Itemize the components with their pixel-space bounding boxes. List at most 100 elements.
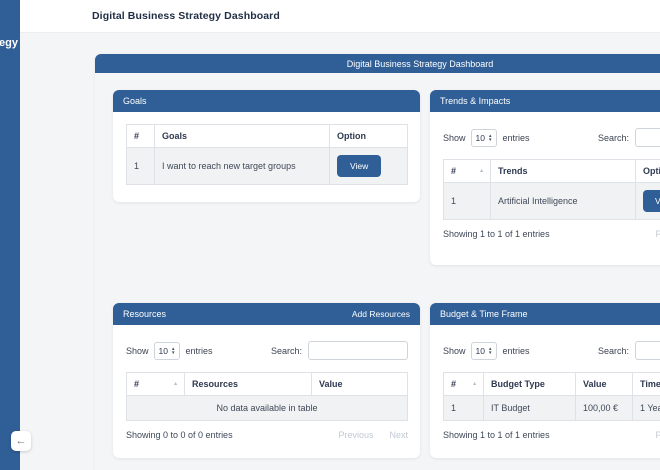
budget-panel-body: Show 10 ▲▼ entries Search: — [430, 325, 660, 450]
budget-col-num[interactable]: # ▴ — [444, 373, 484, 396]
search-label: Search: — [598, 346, 629, 356]
resources-table-header-row: # ▴ Resources Value — [127, 373, 408, 396]
budget-col-value[interactable]: Value — [576, 373, 633, 396]
goals-panel: Goals # Goals Option 1 I want to reach n… — [113, 90, 420, 202]
budget-search-input[interactable] — [635, 341, 660, 360]
budget-row-num: 1 — [444, 396, 484, 421]
goals-table-header-row: # Goals Option — [127, 125, 408, 148]
trends-table: # ▴ Trends Option 1 Artificial Intellige… — [443, 159, 660, 220]
resources-show-group: Show 10 ▲▼ entries — [126, 342, 212, 360]
sidebar-clipped-title: egy — [0, 37, 18, 49]
page-size-value: 10 — [476, 346, 485, 356]
trends-table-header-row: # ▴ Trends Option — [444, 160, 660, 183]
trends-pagination: Previous Next — [655, 229, 660, 239]
sort-asc-icon: ▴ — [174, 381, 177, 387]
resources-previous-button[interactable]: Previous — [338, 430, 373, 440]
select-stepper-icon: ▲▼ — [488, 134, 492, 141]
budget-info-text: Showing 1 to 1 of 1 entries — [443, 430, 550, 440]
trends-view-button[interactable]: View — [643, 190, 660, 212]
goals-table: # Goals Option 1 I want to reach new tar… — [126, 124, 408, 185]
add-resources-button[interactable]: Add Resources — [352, 309, 410, 319]
budget-previous-button[interactable]: Previous — [655, 430, 660, 440]
budget-row-value: 100,00 € — [576, 396, 633, 421]
budget-row-type: IT Budget — [484, 396, 576, 421]
budget-page-size-select[interactable]: 10 ▲▼ — [471, 342, 498, 360]
budget-panel: Budget & Time Frame Show 10 ▲▼ entries S… — [430, 303, 660, 458]
trends-col-option: Option — [636, 160, 660, 183]
top-header: Digital Business Strategy Dashboard — [20, 0, 660, 33]
search-label: Search: — [271, 346, 302, 356]
resources-empty-text: No data available in table — [127, 396, 408, 421]
budget-table: # ▴ Budget Type Value Time Frame 1 IT Bu… — [443, 372, 660, 421]
back-arrow-icon: ← — [16, 436, 27, 447]
budget-table-row: 1 IT Budget 100,00 € 1 Years — [444, 396, 660, 421]
sidebar: egy — [0, 0, 20, 470]
resources-panel-title: Resources — [123, 309, 166, 319]
resources-pagination: Previous Next — [338, 430, 408, 440]
resources-page-size-select[interactable]: 10 ▲▼ — [154, 342, 181, 360]
page-size-value: 10 — [476, 133, 485, 143]
trends-table-row: 1 Artificial Intelligence View — [444, 183, 660, 220]
trends-col-trends[interactable]: Trends — [491, 160, 636, 183]
goals-table-row: 1 I want to reach new target groups View — [127, 148, 408, 185]
budget-col-timeframe[interactable]: Time Frame — [633, 373, 660, 396]
resources-col-value[interactable]: Value — [312, 373, 408, 396]
budget-pagination: Previous Next — [655, 430, 660, 440]
budget-panel-header: Budget & Time Frame — [430, 303, 660, 325]
resources-col-num[interactable]: # ▴ — [127, 373, 185, 396]
page-size-value: 10 — [159, 346, 168, 356]
goals-view-button[interactable]: View — [337, 155, 381, 177]
search-label: Search: — [598, 133, 629, 143]
show-label: Show — [443, 346, 466, 356]
sort-asc-icon: ▴ — [473, 381, 476, 387]
dashboard-card: Digital Business Strategy Dashboard Goal… — [95, 54, 660, 470]
goals-col-num: # — [127, 125, 155, 148]
budget-panel-title: Budget & Time Frame — [440, 309, 528, 319]
budget-col-type[interactable]: Budget Type — [484, 373, 576, 396]
goals-col-option: Option — [330, 125, 408, 148]
resources-table-footer: Showing 0 to 0 of 0 entries Previous Nex… — [126, 430, 408, 440]
dashboard-banner: Digital Business Strategy Dashboard — [95, 54, 660, 73]
budget-row-time: 1 Years — [633, 396, 660, 421]
resources-panel-body: Show 10 ▲▼ entries Search: — [113, 325, 420, 450]
entries-label: entries — [502, 346, 529, 356]
show-label: Show — [443, 133, 466, 143]
sidebar-collapse-button[interactable]: ← — [11, 431, 31, 451]
goals-panel-header: Goals — [113, 90, 420, 112]
resources-table: # ▴ Resources Value No data available in… — [126, 372, 408, 421]
trends-controls: Show 10 ▲▼ entries Search: — [443, 128, 660, 147]
select-stepper-icon: ▲▼ — [488, 347, 492, 354]
trends-page-size-select[interactable]: 10 ▲▼ — [471, 129, 498, 147]
page-title: Digital Business Strategy Dashboard — [92, 10, 280, 22]
budget-search-group: Search: — [598, 341, 660, 360]
trends-col-num[interactable]: # ▴ — [444, 160, 491, 183]
budget-table-header-row: # ▴ Budget Type Value Time Frame — [444, 373, 660, 396]
sort-asc-icon: ▴ — [480, 168, 483, 174]
resources-next-button[interactable]: Next — [389, 430, 408, 440]
resources-search-input[interactable] — [308, 341, 408, 360]
trends-search-input[interactable] — [635, 128, 660, 147]
trends-info-text: Showing 1 to 1 of 1 entries — [443, 229, 550, 239]
resources-controls: Show 10 ▲▼ entries Search: — [126, 341, 408, 360]
resources-panel: Resources Add Resources Show 10 ▲▼ entri… — [113, 303, 420, 458]
trends-table-footer: Showing 1 to 1 of 1 entries Previous Nex… — [443, 229, 660, 239]
budget-show-group: Show 10 ▲▼ entries — [443, 342, 529, 360]
resources-col-resources[interactable]: Resources — [185, 373, 312, 396]
trends-previous-button[interactable]: Previous — [655, 229, 660, 239]
goals-row-text: I want to reach new target groups — [155, 148, 330, 185]
show-label: Show — [126, 346, 149, 356]
budget-table-footer: Showing 1 to 1 of 1 entries Previous Nex… — [443, 430, 660, 440]
goals-panel-title: Goals — [123, 96, 147, 106]
resources-search-group: Search: — [271, 341, 408, 360]
trends-panel-header: Trends & Impacts — [430, 90, 660, 112]
resources-empty-row: No data available in table — [127, 396, 408, 421]
dashboard-banner-title: Digital Business Strategy Dashboard — [347, 59, 494, 69]
budget-controls: Show 10 ▲▼ entries Search: — [443, 341, 660, 360]
trends-panel: Trends & Impacts Show 10 ▲▼ entries Sear… — [430, 90, 660, 265]
trends-panel-body: Show 10 ▲▼ entries Search: — [430, 112, 660, 249]
resources-panel-header: Resources Add Resources — [113, 303, 420, 325]
trends-row-num: 1 — [444, 183, 491, 220]
entries-label: entries — [185, 346, 212, 356]
resources-info-text: Showing 0 to 0 of 0 entries — [126, 430, 233, 440]
goals-panel-body: # Goals Option 1 I want to reach new tar… — [113, 112, 420, 195]
